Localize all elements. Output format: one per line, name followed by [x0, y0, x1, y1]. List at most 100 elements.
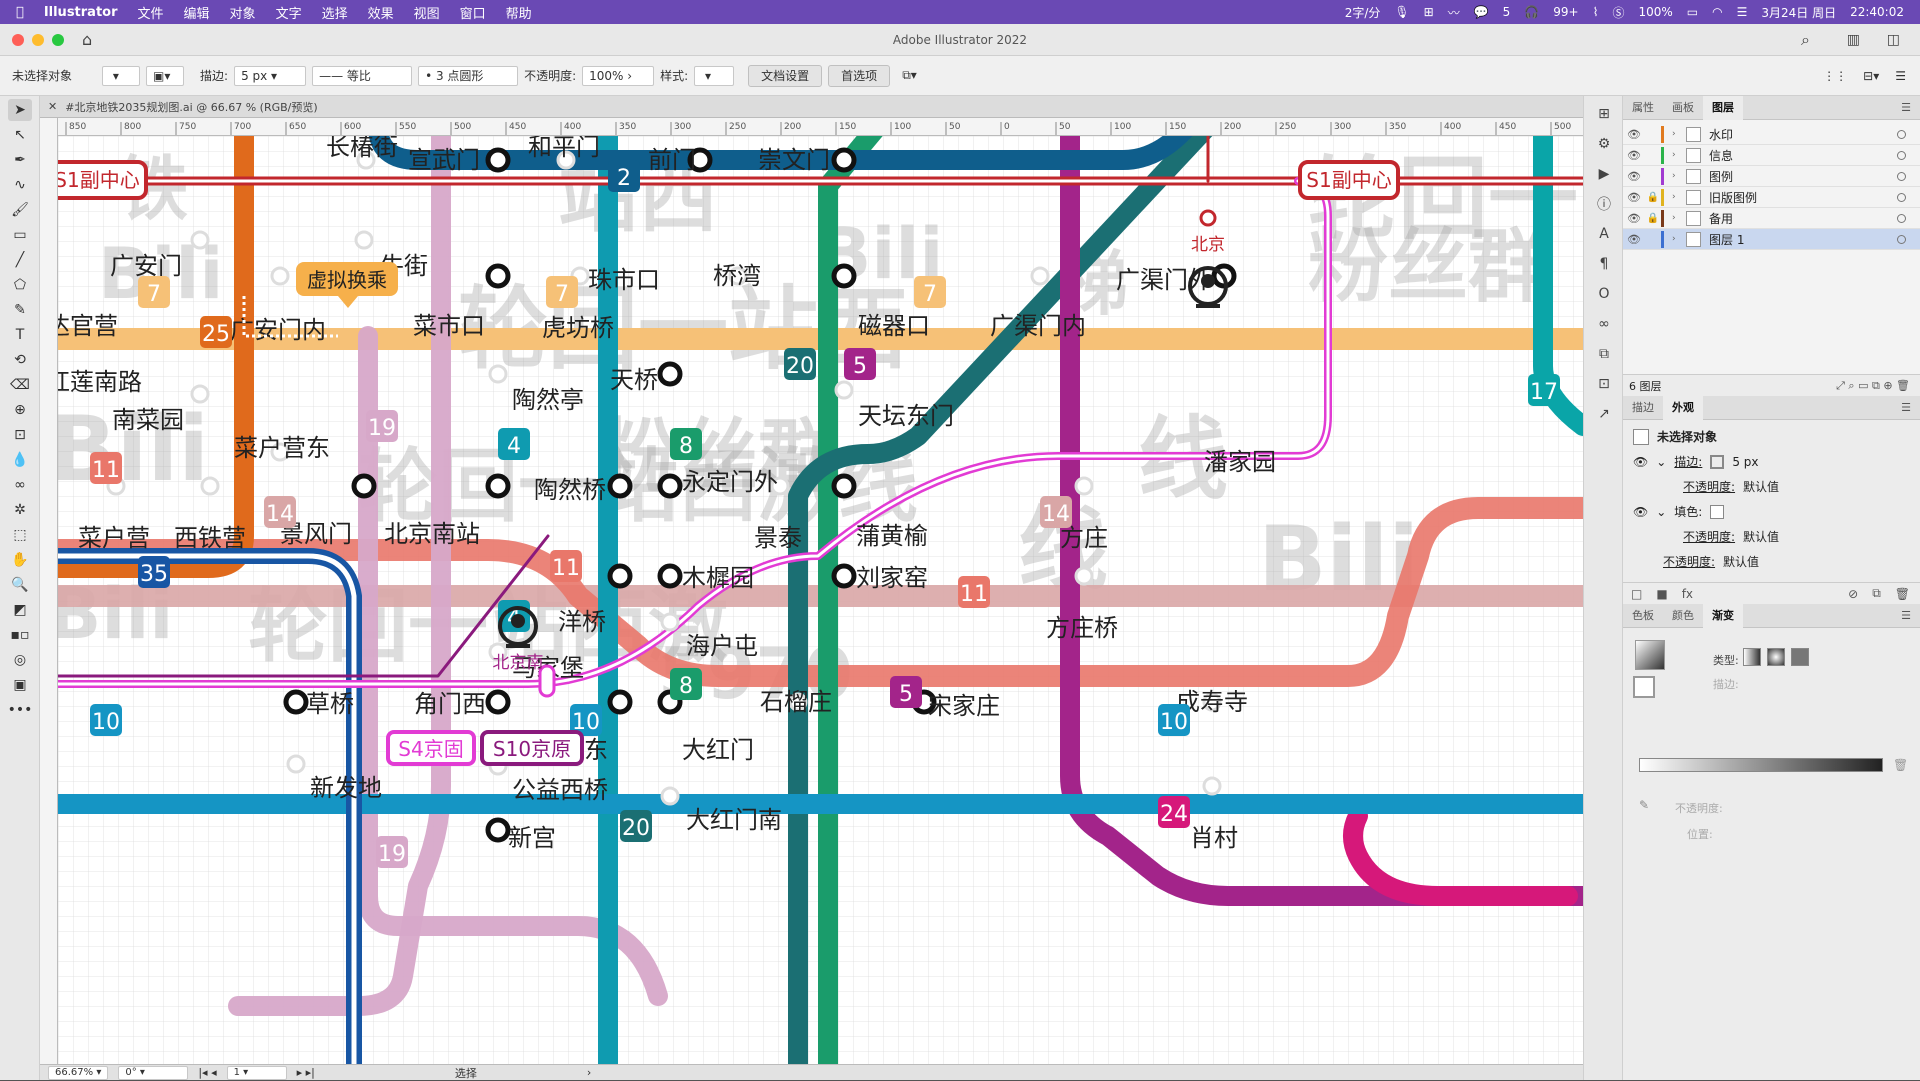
transform-icon[interactable]: ⊟▾: [1863, 69, 1879, 83]
layer-target-icon[interactable]: [1897, 129, 1906, 139]
date-label[interactable]: 3月24日 周日: [1761, 4, 1836, 21]
zoom-window-button[interactable]: [52, 33, 64, 46]
control-center-icon[interactable]: ☰: [1737, 5, 1748, 19]
notification-count[interactable]: 99+: [1553, 5, 1578, 19]
layer-row[interactable]: 👁 › 水印: [1623, 124, 1920, 145]
typing-speed-status[interactable]: 2字/分: [1345, 4, 1381, 21]
align-icon[interactable]: ⋮⋮: [1823, 69, 1847, 83]
edit-toolbar-icon[interactable]: •••: [8, 699, 33, 721]
menu-file[interactable]: 文件: [128, 3, 174, 22]
appearance-stroke-row[interactable]: 👁 ⌄ 描边: 5 px: [1623, 449, 1920, 474]
settings-panel-icon[interactable]: ⚙: [1592, 132, 1616, 156]
eye-icon[interactable]: 👁: [1623, 233, 1645, 246]
document-tab-title[interactable]: #北京地铁2035规划图.ai @ 66.67 % (RGB/预览): [65, 99, 317, 115]
mic-icon[interactable]: 🎙: [1394, 5, 1409, 19]
chevron-right-icon[interactable]: ›: [1672, 234, 1686, 244]
opacity-label[interactable]: 不透明度:: [524, 67, 576, 84]
lock-icon[interactable]: 🔒: [1645, 213, 1661, 224]
gradient-delete-icon[interactable]: 🗑: [1893, 758, 1908, 772]
layer-row[interactable]: 👁 › 信息: [1623, 145, 1920, 166]
horizontal-ruler[interactable]: 850 800 750 700 650 600 550 500 450 400 350 300 250 2…: [58, 118, 1583, 136]
fill-swatch[interactable]: [1710, 504, 1725, 519]
variable-width-profile-dropdown[interactable]: —— 等比: [312, 65, 413, 86]
graphic-style-dropdown[interactable]: ▾: [694, 65, 735, 86]
chevron-down-icon[interactable]: ⌄: [1656, 505, 1666, 519]
headphone-icon[interactable]: 🎧: [1524, 5, 1539, 19]
wave-icon[interactable]: 〰: [1448, 4, 1460, 21]
appearance-fill-row[interactable]: 👁 ⌄ 填色:: [1623, 499, 1920, 524]
home-icon[interactable]: ⌂: [82, 30, 92, 49]
freeform-gradient-icon[interactable]: [1791, 648, 1809, 666]
direct-selection-tool-icon[interactable]: ↖: [8, 124, 32, 146]
minimize-window-button[interactable]: [32, 33, 44, 46]
layer-name[interactable]: 图例: [1709, 168, 1733, 185]
layer-name[interactable]: 备用: [1709, 210, 1733, 227]
stroke-swatch[interactable]: [1710, 454, 1725, 469]
battery-icon[interactable]: ▭: [1687, 5, 1698, 19]
close-window-button[interactable]: [12, 33, 24, 46]
layer-row[interactable]: 👁 🔒 › 备用: [1623, 208, 1920, 229]
artboard-number-field[interactable]: 1 ▾: [226, 1065, 287, 1080]
pencil-tool-icon[interactable]: ✎: [8, 299, 32, 321]
layer-target-icon[interactable]: [1897, 213, 1906, 223]
menu-view[interactable]: 视图: [404, 3, 450, 22]
chevron-right-icon[interactable]: ›: [1672, 213, 1686, 223]
menu-type[interactable]: 文字: [266, 3, 312, 22]
grid-icon[interactable]: ⊞: [1424, 5, 1434, 19]
transform-panel-icon[interactable]: ⊞: [1592, 102, 1616, 126]
artboard-nav-icon[interactable]: |◂ ◂: [198, 1066, 216, 1079]
screen-mode-icon[interactable]: ▣: [8, 674, 32, 696]
eraser-tool-icon[interactable]: ⌫: [8, 374, 32, 396]
asset-export-icon[interactable]: ⧉: [1592, 342, 1616, 366]
character-panel-icon[interactable]: A: [1592, 222, 1616, 246]
search-icon[interactable]: ⌕: [1801, 30, 1810, 50]
gradient-menu-icon[interactable]: ☰: [1892, 604, 1920, 628]
appearance-menu-icon[interactable]: ☰: [1892, 396, 1920, 420]
document-setup-button[interactable]: 文档设置: [748, 64, 823, 87]
layer-target-icon[interactable]: [1897, 192, 1906, 202]
status-menu-icon[interactable]: ›: [587, 1066, 591, 1079]
layer-name[interactable]: 旧版图例: [1709, 189, 1757, 206]
stroke-label[interactable]: 描边:: [200, 67, 228, 84]
more-options-icon[interactable]: ☰: [1895, 69, 1906, 83]
duplicate-item-icon[interactable]: ⧉: [1872, 586, 1881, 601]
info-panel-icon[interactable]: ⓘ: [1592, 192, 1616, 216]
shape-builder-tool-icon[interactable]: ⊕: [8, 399, 32, 421]
eye-icon[interactable]: 👁: [1623, 191, 1645, 204]
menu-illustrator[interactable]: Illustrator: [34, 5, 128, 20]
artboard-tool-icon[interactable]: ⬚: [8, 524, 32, 546]
chevron-right-icon[interactable]: ›: [1672, 150, 1686, 160]
close-tab-icon[interactable]: ✕: [48, 100, 57, 113]
layer-target-icon[interactable]: [1897, 234, 1906, 244]
rotation-field[interactable]: 0° ▾: [118, 1065, 189, 1080]
fx-icon[interactable]: fx: [1682, 587, 1693, 601]
artboard-nav-next-icon[interactable]: ▸ ▸|: [297, 1066, 315, 1079]
tab-appearance[interactable]: 外观: [1663, 395, 1703, 420]
panel-menu-icon[interactable]: ☰: [1892, 96, 1920, 120]
type-tool-icon[interactable]: T: [8, 324, 32, 346]
fill-opacity-label[interactable]: 不透明度:: [1683, 528, 1735, 545]
hand-tool-icon[interactable]: ✋: [8, 549, 32, 571]
drawing-mode-icon[interactable]: ◎: [8, 649, 32, 671]
opentype-panel-icon[interactable]: O: [1592, 282, 1616, 306]
zoom-level-field[interactable]: 66.67% ▾: [48, 1065, 109, 1080]
chevron-right-icon[interactable]: ›: [1672, 171, 1686, 181]
time-label[interactable]: 22:40:02: [1850, 5, 1904, 19]
paintbrush-tool-icon[interactable]: 🖌: [8, 199, 32, 221]
layer-name[interactable]: 图层 1: [1709, 231, 1744, 248]
vertical-ruler[interactable]: [40, 118, 58, 1064]
tab-artboards[interactable]: 画板: [1663, 96, 1703, 120]
pen-tool-icon[interactable]: ✒: [8, 149, 32, 171]
links-panel-icon[interactable]: ∞: [1592, 312, 1616, 336]
arrange-documents-icon[interactable]: ⧉▾: [902, 68, 917, 83]
add-fill-icon[interactable]: ■: [1656, 587, 1667, 601]
dash-icon[interactable]: ⌇: [1593, 5, 1599, 19]
fill-attr-label[interactable]: 填色:: [1674, 503, 1702, 520]
eyedropper-tool-icon[interactable]: 💧: [8, 449, 32, 471]
eye-icon[interactable]: 👁: [1623, 170, 1645, 183]
apple-menu-icon[interactable]: : [0, 5, 34, 20]
rotate-tool-icon[interactable]: ⟲: [8, 349, 32, 371]
stroke-swatch-dropdown[interactable]: ▣▾: [146, 65, 185, 86]
gradient-preview-swatch[interactable]: [1635, 640, 1665, 670]
tab-color[interactable]: 颜色: [1663, 604, 1703, 628]
